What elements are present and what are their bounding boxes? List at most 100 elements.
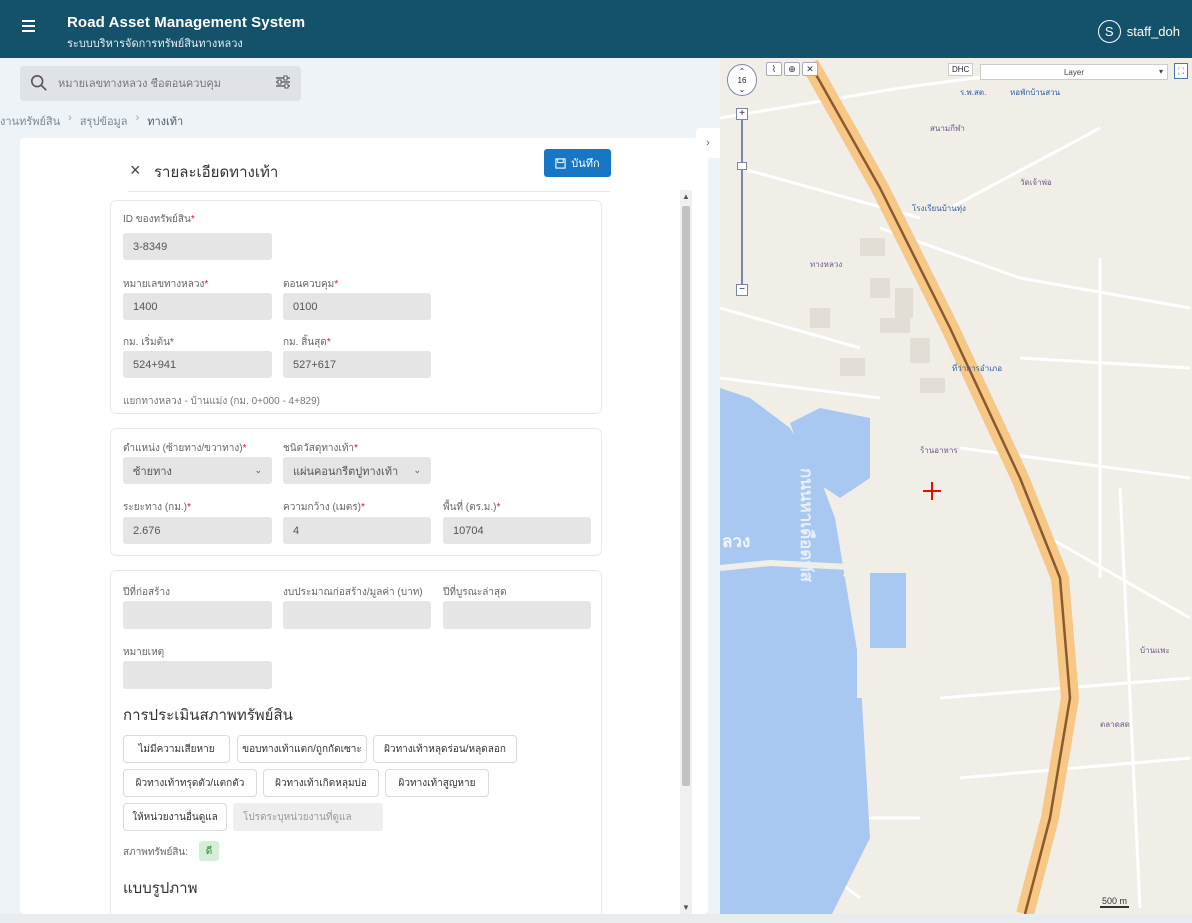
- zoom-in-icon[interactable]: +: [736, 108, 748, 120]
- map-place-label: สนามกีฬา: [930, 124, 965, 133]
- remark-field[interactable]: [123, 661, 272, 689]
- map-place-label: ที่ว่าการอำเภอ: [952, 364, 1002, 373]
- chip-surface-pothole[interactable]: ผิวทางเท้าเกิดหลุมบ่อ: [263, 769, 379, 797]
- save-button[interactable]: บันทึก: [544, 149, 611, 177]
- width-label: ความกว้าง (เมตร)*: [283, 502, 365, 513]
- save-label: บันทึก: [571, 158, 600, 170]
- zoom-slider-knob[interactable]: [737, 162, 747, 170]
- map-place-label: ร.พ.สต.: [960, 88, 987, 97]
- left-pane: งานทรัพย์สิน › สรุปข้อมูล › ทางเท้า × รา…: [0, 58, 720, 914]
- app-title: Road Asset Management System: [67, 14, 306, 31]
- width-field[interactable]: 4: [283, 517, 431, 544]
- chevron-right-icon: ›: [706, 137, 710, 149]
- map-basemap: [720, 58, 1192, 914]
- clear-icon[interactable]: ✕: [802, 62, 818, 76]
- search-icon: [30, 74, 50, 94]
- bottom-strip: [0, 914, 1192, 923]
- status-badge: ดี: [199, 841, 219, 861]
- map-scale: 500 m: [1100, 896, 1130, 908]
- agency-input[interactable]: โปรดระบุหน่วยงานที่ดูแล: [233, 803, 383, 831]
- asset-id-field[interactable]: 3-8349: [123, 233, 272, 260]
- material-select[interactable]: แผ่นคอนกรีตปูทางเท้า ⌄: [283, 457, 431, 484]
- position-label: ตำแหน่ง (ซ้ายทาง/ขวาทาง)*: [123, 443, 247, 454]
- width-label-text: ความกว้าง (เมตร): [283, 502, 361, 513]
- user-menu[interactable]: S staff_doh: [1097, 20, 1180, 43]
- repair-year-field[interactable]: [443, 601, 591, 629]
- dhc-toggle[interactable]: DHC: [948, 63, 974, 76]
- asset-info-card: ID ของทรัพย์สิน* 3-8349 หมายเลขทางหลวง* …: [110, 200, 602, 414]
- search-input[interactable]: [58, 77, 275, 90]
- detail-panel: × รายละเอียดทางเท้า บันทึก ▲ ▼ ID ของทรั…: [20, 138, 708, 914]
- pan-control[interactable]: ⌃ 16 ⌄: [727, 64, 757, 96]
- close-icon[interactable]: ×: [130, 160, 141, 181]
- highway-no-field[interactable]: 1400: [123, 293, 272, 320]
- panel-title: รายละเอียดทางเท้า: [154, 164, 279, 181]
- chip-no-damage[interactable]: ไม่มีความเสียหาย: [123, 735, 230, 763]
- measure-line-icon[interactable]: ⌇: [766, 62, 782, 76]
- map-water-label: กนนหาเดือดทัส: [797, 468, 816, 582]
- breadcrumb-item[interactable]: สรุปข้อมูล: [80, 112, 128, 130]
- material-value: แผ่นคอนกรีตปูทางเท้า: [293, 465, 399, 478]
- km-end-label: กม. สิ้นสุด*: [283, 337, 331, 348]
- budget-field[interactable]: [283, 601, 431, 629]
- km-start-label-text: กม. เริ่มต้น: [123, 337, 170, 348]
- remark-label: หมายเหตุ: [123, 647, 165, 658]
- username[interactable]: staff_doh: [1127, 24, 1180, 39]
- distance-field[interactable]: 2.676: [123, 517, 272, 544]
- app-subtitle: ระบบบริหารจัดการทรัพย์สินทางหลวง: [67, 38, 243, 50]
- chip-edge-cracked[interactable]: ขอบทางเท้าแตก/ถูกกัดเซาะ: [237, 735, 367, 763]
- scrollbar-thumb[interactable]: [682, 206, 690, 786]
- map-place-label: ตลาดสด: [1100, 720, 1130, 729]
- area-label: พื้นที่ (ตร.ม.)*: [443, 502, 501, 513]
- chevron-down-icon[interactable]: ⌄: [739, 85, 746, 94]
- chip-surface-peeling[interactable]: ผิวทางเท้าหลุดร่อน/หลุดลอก: [373, 735, 517, 763]
- zoom-slider[interactable]: + −: [736, 108, 748, 296]
- km-end-field[interactable]: 527+617: [283, 351, 431, 378]
- top-app-bar: Road Asset Management System ระบบบริหารจ…: [0, 0, 1192, 58]
- asset-id-label: ID ของทรัพย์สิน*: [123, 214, 195, 225]
- crosshair-marker-icon: [923, 482, 941, 500]
- chevron-up-icon[interactable]: ⌃: [739, 67, 746, 76]
- km-end-label-text: กม. สิ้นสุด: [283, 337, 327, 348]
- photos-heading: แบบรูปภาพ: [123, 880, 198, 897]
- km-start-field[interactable]: 524+941: [123, 351, 272, 378]
- filter-sliders-icon[interactable]: [275, 74, 291, 93]
- search-bar[interactable]: [20, 66, 301, 101]
- control-section-label: ตอนควบคุม*: [283, 279, 339, 290]
- breadcrumb-item[interactable]: งานทรัพย์สิน: [0, 112, 60, 130]
- map-place-label: โรงเรียนบ้านทุ่ง: [912, 204, 966, 213]
- control-section-label-text: ตอนควบคุม: [283, 279, 335, 290]
- budget-label: งบประมาณก่อสร้าง/มูลค่า (บาท): [283, 587, 423, 598]
- highway-no-label: หมายเลขทางหลวง*: [123, 279, 209, 290]
- position-select[interactable]: ซ้ายทาง ⌄: [123, 457, 272, 484]
- breadcrumb-separator: ›: [68, 112, 72, 124]
- zoom-box-icon[interactable]: ⊕: [784, 62, 800, 76]
- chip-surface-missing[interactable]: ผิวทางเท้าสูญหาย: [385, 769, 489, 797]
- breadcrumb: งานทรัพย์สิน › สรุปข้อมูล › ทางเท้า: [0, 112, 183, 130]
- repair-year-label: ปีที่บูรณะล่าสุด: [443, 587, 507, 598]
- map-water-label: ลวง: [722, 532, 751, 551]
- map-view[interactable]: สนามกีฬา ทางหลวง ร.พ.สต. วัดเจ้าพ่อ ร้าน…: [720, 58, 1192, 914]
- section-note: แยกทางหลวง - บ้านแม่ง (กม. 0+000 - 4+829…: [123, 396, 320, 407]
- scroll-up-icon[interactable]: ▲: [682, 192, 690, 201]
- save-icon: [555, 157, 566, 169]
- build-year-field[interactable]: [123, 601, 272, 629]
- map-place-label: บ้านแพะ: [1140, 646, 1170, 655]
- fullscreen-icon[interactable]: ⛶: [1174, 63, 1188, 79]
- collapse-panel-button[interactable]: ›: [696, 128, 720, 158]
- area-field[interactable]: 10704: [443, 517, 591, 544]
- control-section-field[interactable]: 0100: [283, 293, 431, 320]
- km-start-label: กม. เริ่มต้น*: [123, 337, 174, 348]
- chip-surface-settlement[interactable]: ผิวทางเท้าทรุดตัว/แตกตัว: [123, 769, 257, 797]
- map-place-label: วัดเจ้าพ่อ: [1020, 178, 1052, 187]
- layer-select[interactable]: Layer ▾: [980, 64, 1168, 80]
- avatar[interactable]: S: [1097, 20, 1121, 43]
- panel-header: × รายละเอียดทางเท้า: [128, 156, 610, 192]
- area-label-text: พื้นที่ (ตร.ม.): [443, 502, 497, 513]
- scrollbar[interactable]: ▲ ▼: [680, 190, 692, 914]
- zoom-out-icon[interactable]: −: [736, 284, 748, 296]
- chip-other-agency[interactable]: ให้หน่วยงานอื่นดูแล: [123, 803, 227, 831]
- hamburger-menu-icon[interactable]: [18, 17, 40, 39]
- scroll-down-icon[interactable]: ▼: [682, 903, 690, 912]
- highway-no-label-text: หมายเลขทางหลวง: [123, 279, 205, 290]
